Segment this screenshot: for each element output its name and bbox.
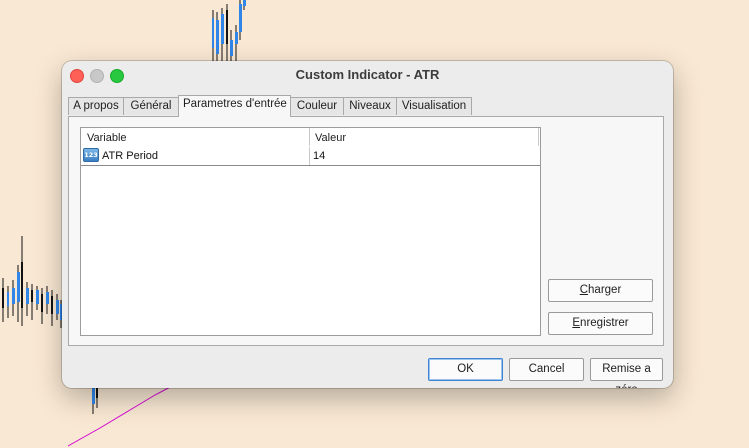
tab-panel: Variable Valeur 123 ATR Period 14 Charge… <box>68 116 664 346</box>
reset-button[interactable]: Remise a zéro <box>590 358 663 388</box>
load-button[interactable]: Charger <box>548 279 653 302</box>
window-title: Custom Indicator - ATR <box>295 67 440 82</box>
tab-general[interactable]: Général <box>123 97 179 115</box>
load-label: harger <box>588 284 622 296</box>
atr-indicator-line <box>67 385 173 447</box>
column-header-variable[interactable]: Variable <box>87 132 127 144</box>
value-cell[interactable]: 14 <box>313 150 325 162</box>
column-divider[interactable] <box>538 128 539 146</box>
integer-type-icon: 123 <box>83 148 99 162</box>
save-mnemonic: E <box>572 317 581 329</box>
parameters-table: Variable Valeur 123 ATR Period 14 <box>80 127 541 336</box>
custom-indicator-dialog: Custom Indicator - ATR A propos Général … <box>62 61 673 388</box>
cancel-button[interactable]: Cancel <box>509 358 584 381</box>
tab-a-propos[interactable]: A propos <box>68 97 124 115</box>
table-row[interactable]: 123 ATR Period 14 <box>81 147 540 166</box>
tab-parametres-entree[interactable]: Parametres d'entrée <box>178 95 291 117</box>
cell-divider <box>309 147 310 165</box>
ok-button[interactable]: OK <box>428 358 503 381</box>
variable-name-cell: ATR Period <box>102 150 159 162</box>
column-divider[interactable] <box>309 128 310 146</box>
load-mnemonic: C <box>579 284 589 296</box>
tab-couleur[interactable]: Couleur <box>290 97 344 115</box>
tab-niveaux[interactable]: Niveaux <box>343 97 397 115</box>
title-bar[interactable]: Custom Indicator - ATR <box>62 61 673 89</box>
save-label: nregistrer <box>580 317 629 329</box>
table-header: Variable Valeur <box>81 128 540 146</box>
tab-visualisation[interactable]: Visualisation <box>396 97 472 115</box>
save-button[interactable]: Enregistrer <box>548 312 653 335</box>
column-header-value[interactable]: Valeur <box>315 132 346 144</box>
